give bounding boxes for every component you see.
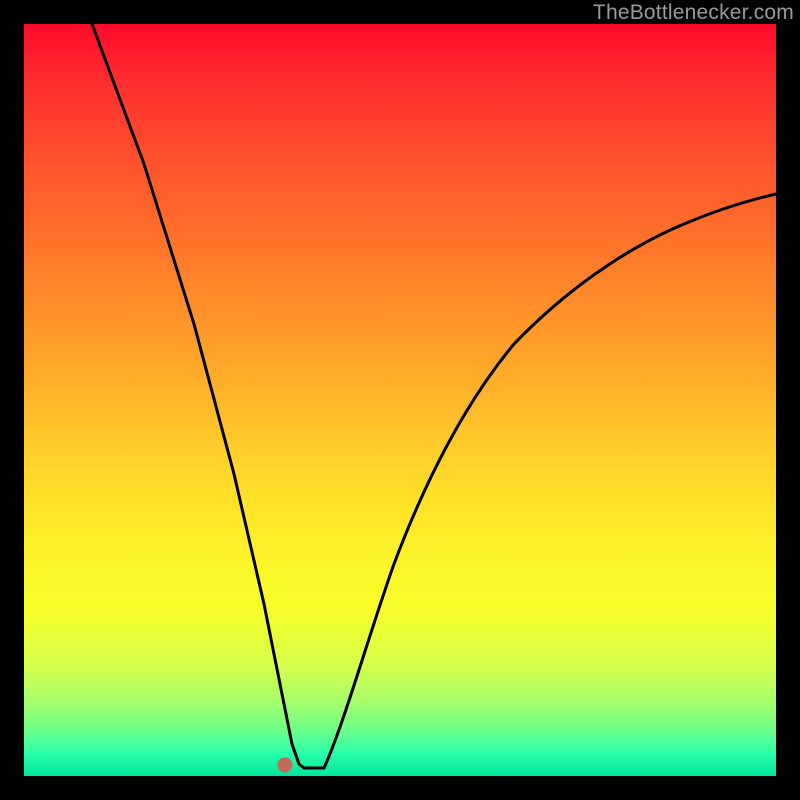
bottleneck-curve [24, 24, 776, 776]
curve-left-branch [92, 24, 304, 768]
curve-right-branch [324, 194, 776, 768]
watermark-text: TheBottlenecker.com [593, 1, 794, 25]
plot-area [24, 24, 776, 776]
chart-frame: TheBottlenecker.com [0, 0, 800, 800]
min-marker [278, 758, 293, 773]
